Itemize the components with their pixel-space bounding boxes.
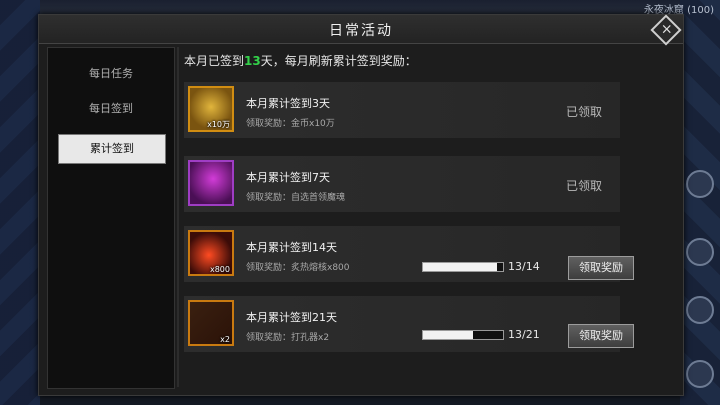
punch-tool-icon[interactable]: x2 (188, 300, 234, 346)
reward-desc: 领取奖励：打孔器x2 (246, 333, 330, 343)
tab-daily-signin[interactable]: 每日签到 (58, 95, 164, 123)
reward-row: x10万 本月累计签到3天 领取奖励：金币x10万 已领取 (184, 82, 620, 138)
claim-reward-button[interactable]: 领取奖励 (568, 256, 634, 280)
reward-row: 本月累计签到7天 领取奖励：自选首领魔魂 已领取 (184, 156, 620, 212)
reward-desc: 领取奖励：自选首领魔魂 (246, 193, 346, 203)
signin-days: 13 (244, 54, 261, 68)
reward-badge: x800 (209, 265, 230, 274)
side-menu-icon[interactable] (686, 238, 714, 266)
reward-title: 本月累计签到7天 (246, 171, 330, 184)
progress-fill (423, 263, 498, 271)
background-top (40, 0, 680, 14)
progress-bar (422, 330, 504, 340)
side-menu-icon[interactable] (686, 296, 714, 324)
reward-title: 本月累计签到3天 (246, 97, 330, 110)
close-icon: × (660, 21, 673, 38)
reward-badge: x10万 (207, 120, 230, 129)
progress-bar (422, 262, 504, 272)
side-menu-icon[interactable] (686, 170, 714, 198)
summary-suffix: 天，每月刷新累计签到奖励： (260, 54, 417, 68)
signin-summary: 本月已签到13天，每月刷新累计签到奖励： (184, 52, 417, 69)
reward-badge: x2 (220, 335, 230, 344)
gold-coins-icon[interactable]: x10万 (188, 86, 234, 132)
claim-reward-button[interactable]: 领取奖励 (568, 324, 634, 348)
reward-title: 本月累计签到14天 (246, 241, 337, 254)
sidebar: 每日任务 每日签到 累计签到 (47, 47, 175, 389)
tab-daily-tasks[interactable]: 每日任务 (58, 60, 164, 88)
claimed-status: 已领取 (566, 105, 603, 119)
progress-text: 13/21 (508, 328, 540, 341)
reward-row: x800 本月累计签到14天 领取奖励：炙热熔核x800 (184, 226, 620, 282)
divider (177, 47, 179, 387)
tab-cumulative-signin[interactable]: 累计签到 (58, 134, 166, 164)
side-menu-icon[interactable] (686, 360, 714, 388)
background-left (0, 0, 40, 405)
background-right (680, 0, 720, 405)
reward-row: x2 本月累计签到21天 领取奖励：打孔器x2 (184, 296, 620, 352)
claimed-status: 已领取 (566, 179, 603, 193)
progress-fill (423, 331, 473, 339)
reward-title: 本月累计签到21天 (246, 311, 337, 324)
molten-core-icon[interactable]: x800 (188, 230, 234, 276)
reward-desc: 领取奖励：炙热熔核x800 (246, 263, 350, 273)
title-bar: 日常活动 × (39, 14, 683, 46)
demon-soul-icon[interactable] (188, 160, 234, 206)
summary-prefix: 本月已签到 (184, 54, 245, 68)
panel-title: 日常活动 (329, 23, 393, 39)
progress-text: 13/14 (508, 260, 540, 273)
reward-desc: 领取奖励：金币x10万 (246, 119, 335, 129)
